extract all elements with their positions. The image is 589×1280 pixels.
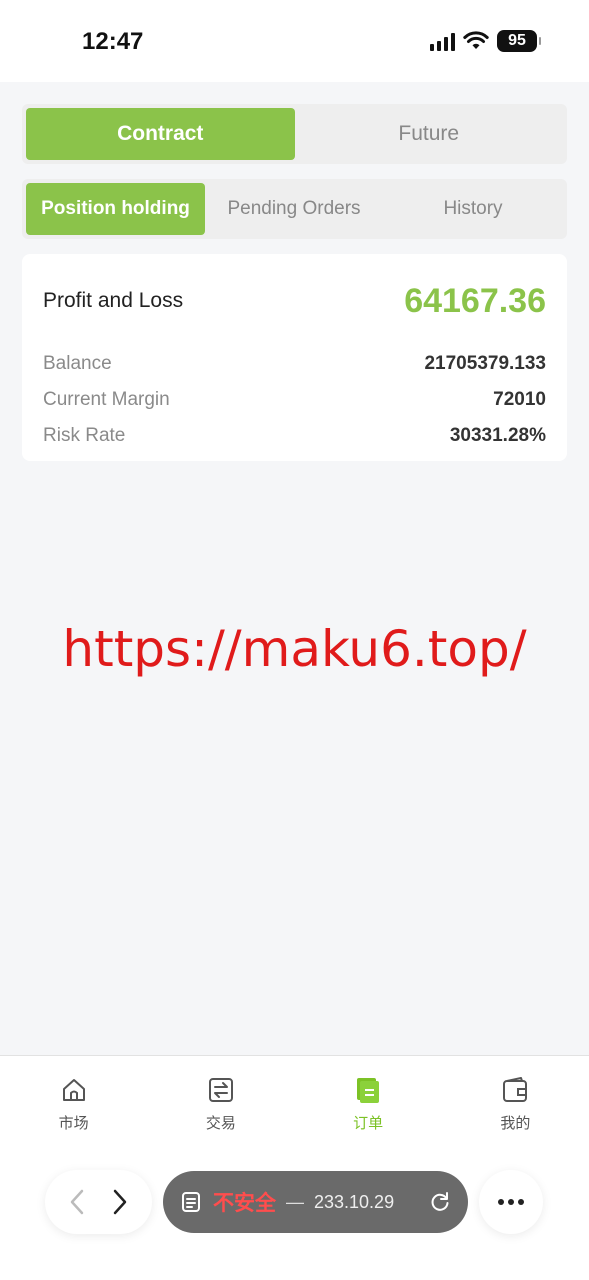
tab-history[interactable]: History xyxy=(383,183,563,235)
back-icon[interactable] xyxy=(66,1187,88,1217)
order-icon xyxy=(357,1078,380,1103)
reader-icon[interactable] xyxy=(179,1190,203,1214)
tab-pending-orders[interactable]: Pending Orders xyxy=(205,183,383,235)
nav-label-trade: 交易 xyxy=(205,1115,236,1132)
nav-label-mine: 我的 xyxy=(500,1115,531,1132)
risk-rate-row: Risk Rate 30331.28% xyxy=(43,418,546,454)
current-margin-value: 72010 xyxy=(493,389,546,410)
main-tabs: Contract Future xyxy=(22,104,567,164)
browser-nav-buttons xyxy=(45,1170,152,1234)
url-text: 233.10.29 xyxy=(314,1191,395,1212)
tab-contract[interactable]: Contract xyxy=(26,108,295,160)
nav-item-orders[interactable]: 订单 xyxy=(295,1056,442,1156)
nav-label-market: 市场 xyxy=(58,1115,89,1132)
home-icon xyxy=(62,1079,85,1101)
nav-label-orders: 订单 xyxy=(353,1115,384,1132)
tab-future[interactable]: Future xyxy=(295,108,564,160)
signal-icon xyxy=(430,31,455,51)
nav-item-trade[interactable]: 交易 xyxy=(147,1056,294,1156)
status-icons: 95 xyxy=(430,30,541,52)
more-icon xyxy=(498,1199,524,1205)
wifi-icon xyxy=(463,31,489,49)
nav-item-mine[interactable]: 我的 xyxy=(442,1056,589,1156)
watermark-url: https://maku6.top/ xyxy=(62,620,527,678)
nav-item-market[interactable]: 市场 xyxy=(0,1056,147,1156)
insecure-label: 不安全 xyxy=(213,1192,276,1215)
risk-rate-value: 30331.28% xyxy=(449,425,546,446)
status-bar: 12:47 95 xyxy=(0,0,589,82)
more-button[interactable] xyxy=(479,1170,543,1234)
battery-indicator: 95 xyxy=(497,30,541,52)
wallet-icon xyxy=(503,1077,528,1102)
balance-row: Balance 21705379.133 xyxy=(43,346,546,382)
pnl-label: Profit and Loss xyxy=(43,289,184,312)
reload-icon[interactable] xyxy=(428,1190,452,1214)
pnl-card: Profit and Loss 64167.36 Balance 2170537… xyxy=(22,254,567,461)
url-separator: — xyxy=(286,1191,304,1212)
balance-label: Balance xyxy=(43,353,112,374)
tab-position-holding[interactable]: Position holding xyxy=(26,183,205,235)
pnl-value: 64167.36 xyxy=(404,281,546,320)
browser-toolbar: 不安全 — 233.10.29 xyxy=(0,1170,589,1234)
current-margin-label: Current Margin xyxy=(43,389,170,410)
current-margin-row: Current Margin 72010 xyxy=(43,382,546,418)
app-screen: 12:47 95 Contract Future Position holdin… xyxy=(0,0,589,1280)
exchange-icon xyxy=(208,1078,233,1102)
url-bar[interactable]: 不安全 — 233.10.29 xyxy=(163,1171,468,1233)
pnl-header: Profit and Loss 64167.36 xyxy=(43,254,546,346)
sub-tabs: Position holding Pending Orders History xyxy=(22,179,567,239)
balance-value: 21705379.133 xyxy=(424,353,546,374)
risk-rate-label: Risk Rate xyxy=(43,425,126,446)
forward-icon[interactable] xyxy=(109,1187,131,1217)
bottom-nav: 市场 交易 订单 我的 xyxy=(0,1055,589,1280)
status-time: 12:47 xyxy=(82,28,144,55)
